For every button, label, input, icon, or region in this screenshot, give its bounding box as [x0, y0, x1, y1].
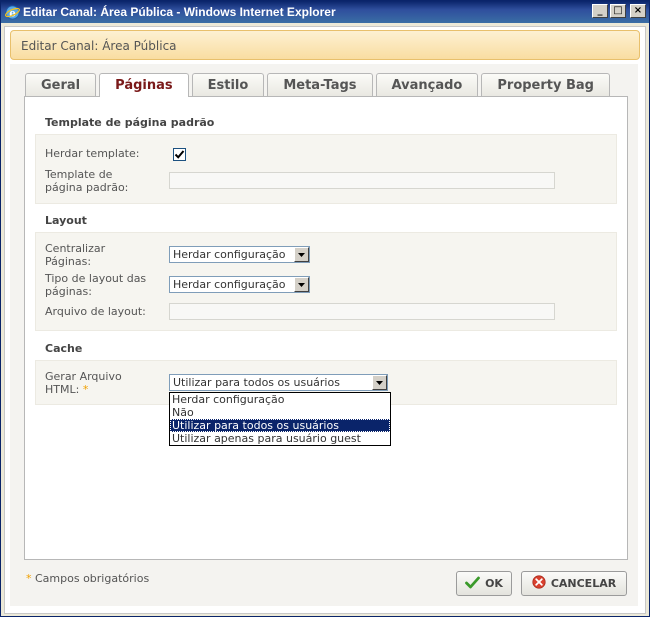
chevron-down-icon[interactable]	[294, 277, 309, 292]
template-input[interactable]	[169, 172, 555, 189]
center-pages-label-line2: Páginas:	[45, 255, 92, 268]
ok-button[interactable]: OK	[456, 571, 512, 596]
generate-html-dropdown-list: Herdar configuração Não Utilizar para to…	[169, 392, 391, 446]
cancel-icon	[532, 575, 546, 592]
dropdown-option-no[interactable]: Não	[170, 406, 390, 419]
template-label-line2: página padrão:	[45, 181, 129, 194]
check-icon	[465, 576, 480, 592]
section-title-layout: Layout	[45, 214, 87, 227]
close-button[interactable]: ×	[630, 4, 646, 18]
tab-property-bag[interactable]: Property Bag	[481, 73, 610, 96]
inherit-template-label: Herdar template:	[45, 147, 140, 160]
internet-explorer-icon: e	[4, 4, 20, 20]
chevron-down-icon[interactable]	[294, 247, 309, 262]
center-pages-label-line1: Centralizar	[45, 242, 106, 255]
generate-html-value: Utilizar para todos os usuários	[173, 376, 340, 389]
section-title-cache: Cache	[45, 342, 83, 355]
section-title-template: Template de página padrão	[45, 116, 215, 129]
tab-meta-tags[interactable]: Meta-Tags	[267, 73, 373, 96]
center-pages-select[interactable]: Herdar configuração	[169, 246, 310, 263]
layout-file-input[interactable]	[169, 303, 555, 320]
required-asterisk: *	[26, 572, 32, 585]
tab-paginas[interactable]: Páginas	[99, 73, 189, 97]
generate-html-select[interactable]: Utilizar para todos os usuários	[169, 374, 388, 391]
chevron-down-icon[interactable]	[372, 375, 387, 390]
window-title: Editar Canal: Área Pública - Windows Int…	[23, 5, 336, 19]
center-pages-value: Herdar configuração	[173, 248, 286, 261]
ok-button-label: OK	[485, 577, 503, 590]
layout-type-select[interactable]: Herdar configuração	[169, 276, 310, 293]
generate-html-label-line1: Gerar Arquivo	[45, 370, 122, 383]
tab-avancado[interactable]: Avançado	[375, 73, 479, 96]
maximize-button[interactable]: □	[610, 4, 626, 18]
check-mark-icon	[174, 150, 185, 159]
tab-estilo[interactable]: Estilo	[191, 73, 265, 96]
dropdown-option-guest-only[interactable]: Utilizar apenas para usuário guest	[170, 432, 390, 445]
dialog-header: Editar Canal: Área Pública	[10, 30, 640, 60]
minimize-button[interactable]: _	[592, 4, 608, 18]
layout-file-label: Arquivo de layout:	[45, 305, 146, 318]
layout-type-label-line2: páginas:	[45, 285, 92, 298]
required-fields-note: * Campos obrigatórios	[26, 572, 149, 585]
tab-geral[interactable]: Geral	[25, 73, 97, 96]
tab-bar: Geral Páginas Estilo Meta-Tags Avançado …	[25, 73, 613, 97]
title-bar[interactable]: e Editar Canal: Área Pública - Windows I…	[1, 1, 649, 23]
cancel-button-label: CANCELAR	[550, 577, 617, 590]
generate-html-label-text: HTML:	[45, 383, 80, 396]
cancel-button[interactable]: CANCELAR	[521, 571, 627, 596]
inherit-template-checkbox[interactable]	[173, 148, 186, 161]
dropdown-option-inherit[interactable]: Herdar configuração	[170, 393, 390, 406]
required-fields-text: Campos obrigatórios	[35, 572, 150, 585]
dialog-title: Editar Canal: Área Pública	[21, 39, 177, 53]
required-asterisk: *	[82, 383, 89, 396]
browser-window: e Editar Canal: Área Pública - Windows I…	[0, 0, 650, 617]
layout-type-value: Herdar configuração	[173, 278, 286, 291]
template-label-line1: Template de	[45, 168, 113, 181]
layout-type-label-line1: Tipo de layout das	[45, 272, 147, 285]
dropdown-option-all-users[interactable]: Utilizar para todos os usuários	[170, 419, 390, 432]
generate-html-label-line2: HTML: *	[45, 384, 88, 396]
